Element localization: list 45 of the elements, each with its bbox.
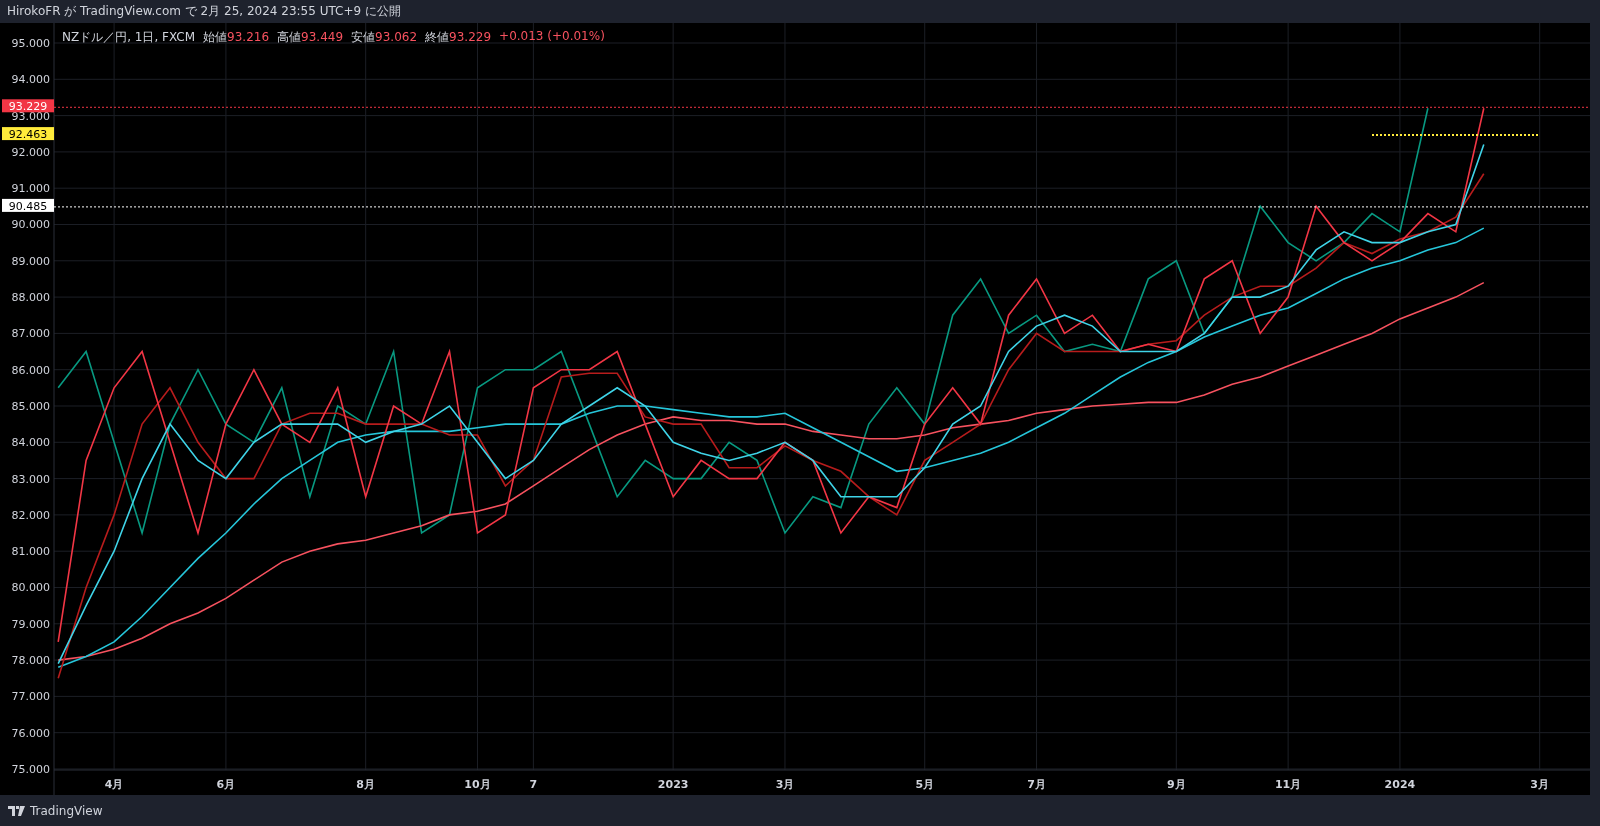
axis-label: 76.000 — [11, 726, 50, 740]
ohlc-value: 高値93.449 — [277, 29, 344, 46]
ohlc-value: 終値93.229 — [425, 29, 492, 46]
axis-label: 8月 — [356, 778, 375, 791]
symbol-info: NZドル／円, 1日, FXCM — [62, 29, 196, 46]
ohlc-value: 安値93.062 — [351, 29, 418, 46]
axis-label: 78.000 — [11, 654, 50, 668]
axis-label: 11月 — [1274, 778, 1302, 791]
axis-label: 81.000 — [11, 545, 50, 559]
logo-icon[interactable] — [8, 805, 25, 816]
price-tag: 90.485 — [2, 198, 54, 213]
brand-name[interactable]: TradingView — [30, 803, 103, 818]
axis-label: 5月 — [915, 778, 935, 791]
axis-label: 79.000 — [11, 617, 50, 631]
axis-label: 7月 — [1027, 778, 1046, 791]
axis-label: 3月 — [1530, 778, 1549, 791]
axis-label: 6月 — [216, 778, 236, 791]
axis-label: 2023 — [657, 778, 689, 791]
axis-label: 94.000 — [11, 73, 50, 87]
axis-label: 9月 — [1166, 778, 1186, 791]
axis-label: 86.000 — [11, 363, 50, 377]
axis-label: 89.000 — [11, 254, 50, 268]
ref-line-label: 90.485 — [8, 199, 48, 213]
axis-label: 95.000 — [11, 37, 50, 50]
axis-label: 3月 — [775, 778, 795, 791]
axis-label: 4月 — [104, 778, 124, 791]
axis-label: 91.000 — [11, 182, 50, 196]
axis-label: 84.000 — [11, 436, 50, 450]
axis-label: 7 — [529, 778, 538, 791]
axis-label: 87.000 — [11, 327, 50, 341]
axis-label: 85.000 — [11, 400, 50, 413]
axis-label: 75.000 — [11, 763, 50, 776]
axis-label: 88.000 — [11, 291, 50, 305]
axis-label: 10月 — [464, 778, 491, 791]
ohlc-value: 始値93.216 — [203, 29, 270, 46]
price-tag: 92.463 — [2, 127, 54, 142]
price-change: +0.013 (+0.01%) — [499, 29, 605, 45]
axis-label: 82.000 — [11, 508, 50, 522]
axis-label: 2024 — [1384, 778, 1416, 791]
axis-label: 80.000 — [11, 581, 50, 595]
axis-label: 90.000 — [11, 218, 50, 232]
axis-label: 77.000 — [11, 690, 50, 704]
axis-label: 83.000 — [11, 472, 50, 486]
publish-info: HirokoFR が TradingView.com で 2月 25, 2024 23:55 UTC+9 に公開 — [7, 3, 401, 20]
axis-label: 92.000 — [11, 145, 50, 159]
